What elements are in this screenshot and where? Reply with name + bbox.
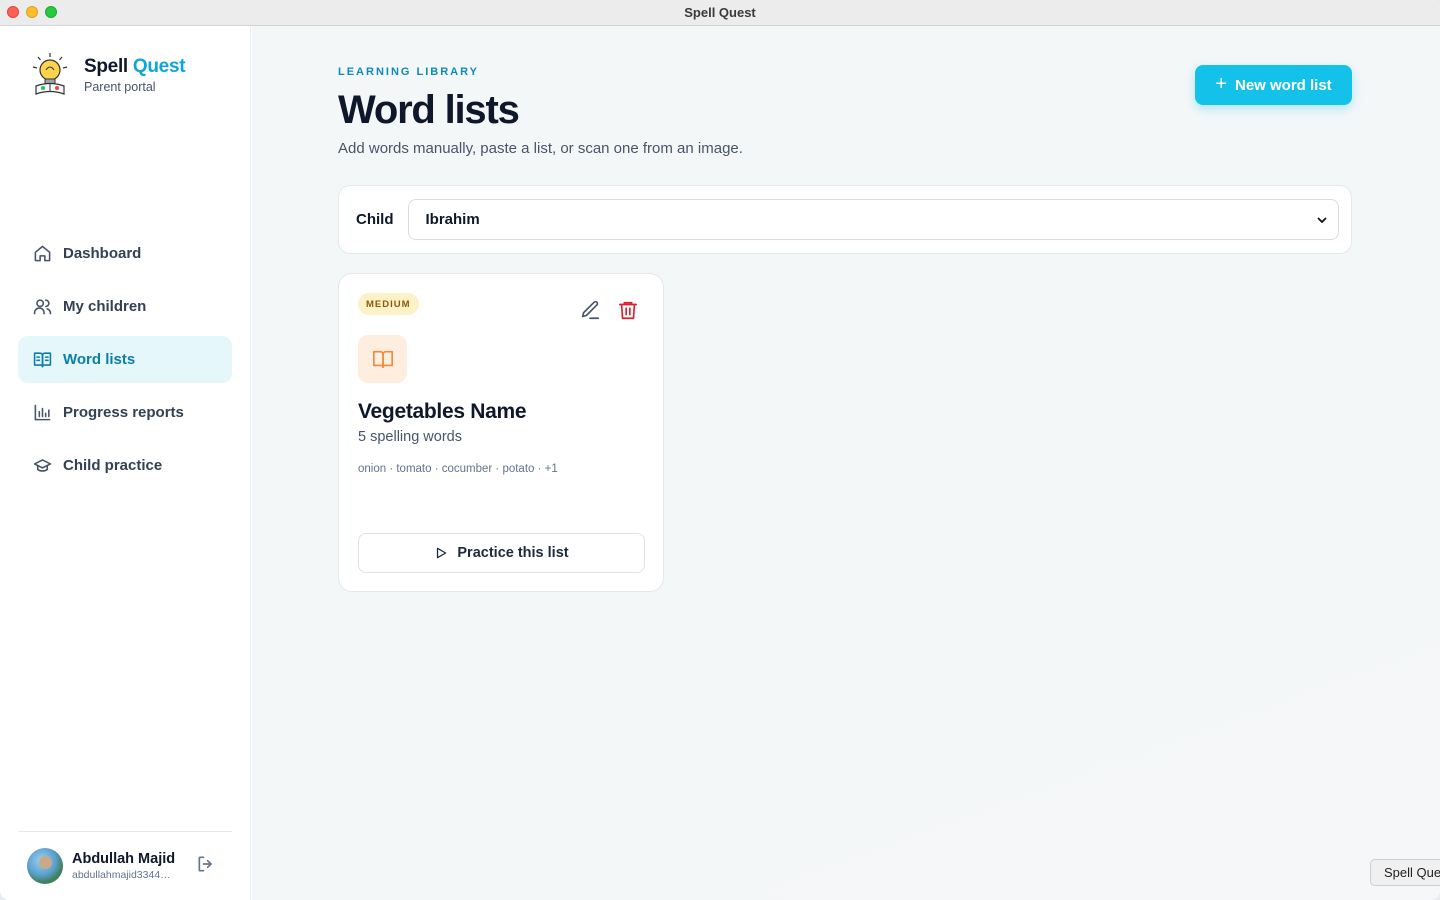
section-eyebrow: LEARNING LIBRARY <box>338 66 479 78</box>
word-list-title: Vegetables Name <box>358 400 527 423</box>
close-window-button[interactable] <box>7 6 19 18</box>
user-profile[interactable]: Abdullah Majid abdullahmajid3344@gmail.c… <box>18 831 232 900</box>
logout-icon[interactable] <box>196 854 216 874</box>
page-title: Word lists <box>338 88 520 132</box>
child-filter-label: Child <box>356 211 394 228</box>
edit-icon[interactable] <box>579 299 601 321</box>
sidebar-item-my-children[interactable]: My children <box>18 283 232 330</box>
words-preview: onion · tomato · cocumber · potato · +1 <box>358 463 558 475</box>
sidebar-item-label: Word lists <box>63 351 136 368</box>
minimize-window-button[interactable] <box>26 6 38 18</box>
difficulty-badge: MEDIUM <box>358 293 419 315</box>
user-name: Abdullah Majid <box>72 851 176 867</box>
window-controls <box>7 6 57 18</box>
sidebar-item-word-lists[interactable]: Word lists <box>18 336 232 383</box>
chevron-down-icon <box>1317 217 1326 223</box>
sidebar-item-child-practice[interactable]: Child practice <box>18 442 232 489</box>
play-icon <box>437 547 447 559</box>
sidebar-item-label: My children <box>63 298 147 315</box>
main-content: LEARNING LIBRARY Word lists Add words ma… <box>252 26 1440 900</box>
book-open-icon <box>372 350 393 369</box>
plus-icon: + <box>1215 73 1227 95</box>
brand-subtitle: Parent portal <box>84 80 156 94</box>
sidebar-item-label: Progress reports <box>63 404 184 421</box>
new-word-list-button[interactable]: + New word list <box>1195 65 1352 105</box>
sidebar-nav: Dashboard My children Word lists Progres… <box>18 230 232 495</box>
child-select[interactable]: Ibrahim <box>407 199 1339 240</box>
app-window: Spell Quest Spell Quest Parent portal Da… <box>0 0 1440 900</box>
brand-name: Spell Quest <box>84 56 186 77</box>
lightbulb-logo-icon <box>32 53 68 95</box>
brand[interactable]: Spell Quest Parent portal <box>30 52 186 98</box>
title-bar: Spell Quest <box>0 0 1440 26</box>
bar-chart-icon <box>32 403 52 423</box>
word-count: 5 spelling words <box>358 429 462 445</box>
sidebar: Spell Quest Parent portal Dashboard My c… <box>0 26 251 900</box>
sidebar-item-label: Child practice <box>63 457 163 474</box>
sidebar-item-label: Dashboard <box>63 245 142 262</box>
sidebar-item-progress-reports[interactable]: Progress reports <box>18 389 232 436</box>
book-open-icon <box>32 350 52 370</box>
practice-list-button[interactable]: Practice this list <box>358 533 645 573</box>
word-list-card: MEDIUM Vegetables Name 5 spelling words … <box>338 273 664 592</box>
page-subtitle: Add words manually, paste a list, or sca… <box>338 140 743 157</box>
avatar <box>27 848 63 884</box>
dock-tooltip: Spell Quest <box>1370 859 1440 886</box>
sidebar-item-dashboard[interactable]: Dashboard <box>18 230 232 277</box>
maximize-window-button[interactable] <box>45 6 57 18</box>
users-icon <box>32 297 52 317</box>
home-icon <box>32 244 52 264</box>
window-title: Spell Quest <box>684 5 756 20</box>
book-tile <box>358 335 407 383</box>
child-filter: Child Ibrahim <box>338 185 1352 254</box>
user-email: abdullahmajid3344@gmail.com <box>72 869 176 881</box>
child-select-value: Ibrahim <box>425 211 480 228</box>
graduation-cap-icon <box>32 456 52 476</box>
trash-icon[interactable] <box>617 299 639 321</box>
